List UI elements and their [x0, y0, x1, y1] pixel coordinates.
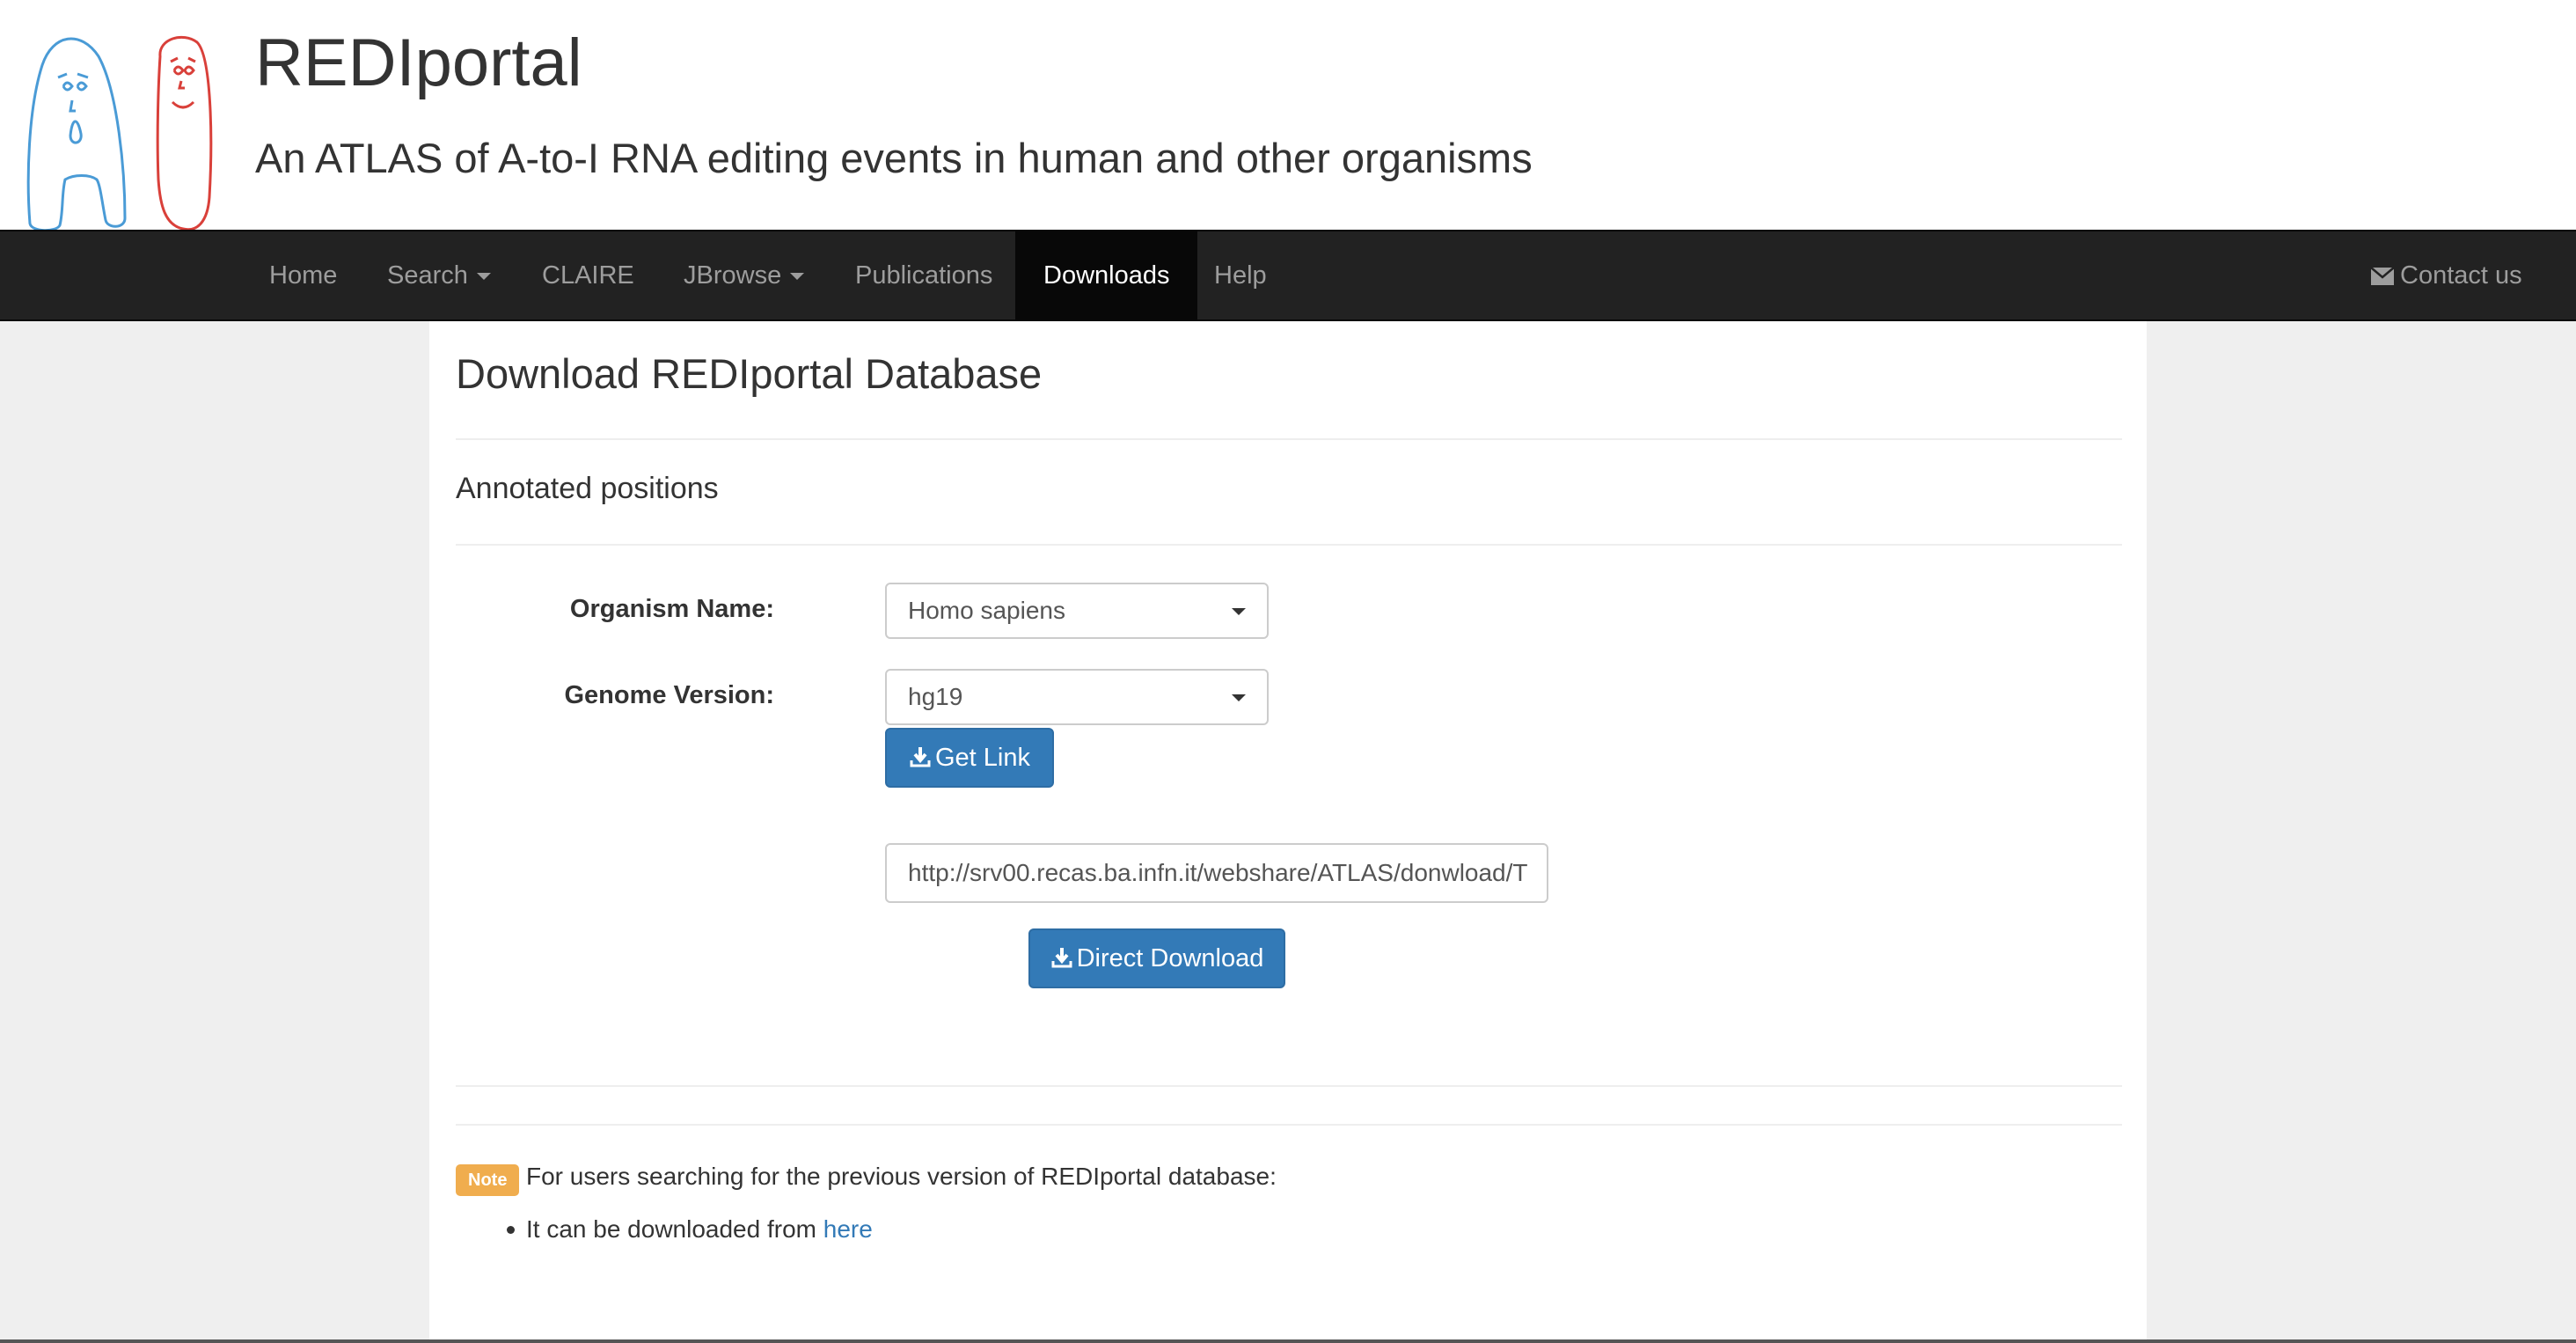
download-icon — [1051, 948, 1072, 968]
main-navbar: Home Search CLAIRE JBrowse Publications … — [0, 230, 2576, 321]
organism-label: Organism Name: — [569, 595, 774, 623]
page-bottom-border — [0, 1339, 2576, 1343]
site-title: REDIportal — [255, 26, 582, 100]
previous-version-link[interactable]: here — [823, 1215, 873, 1243]
list-item-text: It can be downloaded from — [526, 1215, 823, 1243]
note-badge: Note — [456, 1164, 520, 1196]
download-icon — [910, 747, 931, 767]
envelope-icon — [2370, 267, 2395, 286]
nav-home[interactable]: Home — [269, 231, 337, 319]
genome-select[interactable]: hg19 — [885, 669, 1269, 725]
nav-contact-us[interactable]: Contact us — [2370, 231, 2522, 319]
genome-label: Genome Version: — [564, 681, 774, 709]
site-subtitle: An ATLAS of A-to-I RNA editing events in… — [255, 135, 1533, 181]
site-header: REDIportal An ATLAS of A-to-I RNA editin… — [0, 0, 2576, 231]
divider — [456, 1085, 2122, 1087]
section-title: Annotated positions — [456, 472, 719, 505]
caret-down-icon — [1232, 694, 1246, 701]
site-logo — [26, 35, 213, 231]
organism-select-value: Homo sapiens — [908, 597, 1065, 624]
nav-downloads[interactable]: Downloads — [1015, 231, 1198, 319]
nav-search[interactable]: Search — [387, 231, 491, 319]
direct-download-label: Direct Download — [1076, 944, 1264, 972]
nav-jbrowse-label: JBrowse — [684, 261, 782, 290]
divider — [456, 438, 2122, 440]
divider — [456, 1124, 2122, 1126]
main-content: Download REDIportal Database Annotated p… — [429, 321, 2147, 1343]
nav-search-label: Search — [387, 261, 468, 290]
organism-select[interactable]: Homo sapiens — [885, 583, 1269, 639]
caret-down-icon — [1232, 608, 1246, 615]
page-title: Download REDIportal Database — [456, 350, 1043, 397]
nav-claire[interactable]: CLAIRE — [542, 231, 634, 319]
genome-select-value: hg19 — [908, 683, 963, 710]
divider — [456, 544, 2122, 546]
get-link-label: Get Link — [935, 744, 1030, 772]
nav-help[interactable]: Help — [1214, 231, 1267, 319]
list-item: It can be downloaded from here — [526, 1212, 873, 1247]
list-bullet — [507, 1226, 515, 1234]
note-text: For users searching for the previous ver… — [526, 1163, 1277, 1190]
caret-down-icon — [790, 273, 805, 281]
caret-down-icon — [476, 273, 491, 281]
direct-download-button[interactable]: Direct Download — [1028, 928, 1285, 988]
download-url-field[interactable]: http://srv00.recas.ba.infn.it/webshare/A… — [885, 843, 1548, 903]
nav-jbrowse[interactable]: JBrowse — [684, 231, 805, 319]
nav-contact-label: Contact us — [2400, 261, 2522, 290]
nav-publications[interactable]: Publications — [855, 231, 992, 319]
get-link-button[interactable]: Get Link — [885, 728, 1054, 788]
